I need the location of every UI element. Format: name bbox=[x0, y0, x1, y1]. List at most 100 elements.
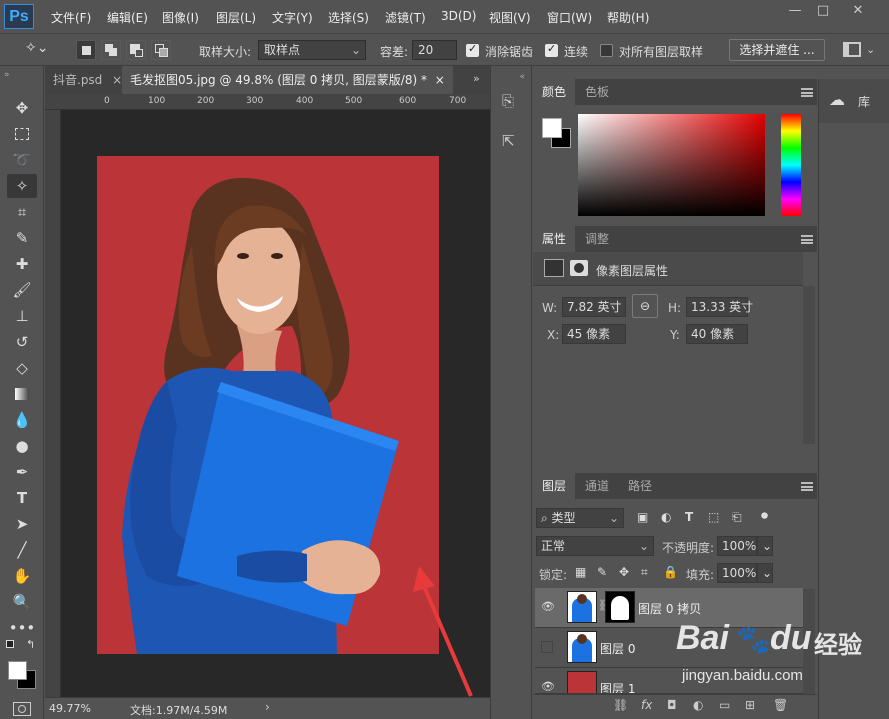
panel-menu-icon[interactable] bbox=[801, 235, 813, 244]
menu-image[interactable]: 图像(I) bbox=[162, 9, 199, 26]
quick-mask-icon[interactable] bbox=[13, 702, 31, 716]
history-brush-tool-icon[interactable]: ↺ bbox=[7, 330, 37, 354]
minimize-button[interactable]: — bbox=[780, 1, 810, 23]
tolerance-input[interactable]: 20 bbox=[412, 40, 457, 60]
visibility-eye-icon[interactable]: 👁 bbox=[541, 680, 555, 693]
hand-tool-icon[interactable]: ✋ bbox=[7, 564, 37, 588]
zoom-tool-icon[interactable]: 🔍 bbox=[7, 590, 37, 614]
workspace-chevron-icon[interactable]: ⌄ bbox=[866, 43, 875, 56]
menu-layer[interactable]: 图层(L) bbox=[216, 9, 256, 26]
filter-adjustment-icon[interactable]: ◐ bbox=[661, 510, 671, 524]
y-input[interactable]: 40 像素 bbox=[686, 324, 748, 344]
eraser-tool-icon[interactable]: ◇ bbox=[7, 356, 37, 380]
tab-channels[interactable]: 通道 bbox=[576, 473, 618, 499]
type-tool-icon[interactable]: T bbox=[7, 486, 37, 510]
x-input[interactable]: 45 像素 bbox=[562, 324, 626, 344]
properties-scrollbar[interactable] bbox=[803, 286, 815, 444]
collapse-icon[interactable]: » bbox=[4, 70, 10, 80]
status-menu-arrow[interactable]: › bbox=[265, 700, 270, 714]
tab-layers[interactable]: 图层 bbox=[533, 473, 576, 499]
properties-dock-icon[interactable]: ⇱ bbox=[502, 132, 515, 150]
visibility-toggle-empty[interactable] bbox=[541, 641, 553, 653]
menu-filter[interactable]: 滤镜(T) bbox=[385, 9, 426, 26]
gradient-tool-icon[interactable] bbox=[7, 382, 37, 406]
filter-shape-icon[interactable]: ⬚ bbox=[708, 510, 719, 524]
stamp-tool-icon[interactable]: ⊥ bbox=[7, 304, 37, 328]
blur-tool-icon[interactable]: 💧 bbox=[7, 408, 37, 432]
opacity-dropdown-icon[interactable]: ⌄ bbox=[757, 536, 773, 556]
more-tabs-icon[interactable]: » bbox=[473, 72, 480, 85]
maximize-button[interactable]: □ bbox=[808, 1, 838, 23]
panel-menu-icon[interactable] bbox=[801, 482, 813, 491]
marquee-tool-icon[interactable] bbox=[7, 122, 37, 146]
width-input[interactable]: 7.82 英寸 bbox=[562, 297, 626, 317]
lasso-tool-icon[interactable]: ➰ bbox=[7, 148, 37, 172]
layer-filter-select[interactable]: ⌕ 类型 ⌄ bbox=[536, 508, 624, 528]
fill-dropdown-icon[interactable]: ⌄ bbox=[757, 563, 773, 583]
history-panel-icon[interactable]: ⎘ bbox=[502, 92, 514, 110]
crop-tool-icon[interactable]: ⌗ bbox=[7, 200, 37, 224]
link-icon[interactable]: ⛓ bbox=[613, 698, 628, 712]
lock-all-icon[interactable]: 🔒 bbox=[663, 565, 678, 579]
filter-toggle-icon[interactable]: ⏺ bbox=[761, 508, 768, 524]
link-dimensions-icon[interactable]: ⊖ bbox=[632, 294, 658, 318]
select-and-mask-button[interactable]: 选择并遮住 ... bbox=[729, 39, 825, 61]
collapse-icon[interactable]: « bbox=[497, 72, 525, 82]
magic-wand-tool-icon[interactable]: ✧ bbox=[7, 174, 37, 198]
menu-window[interactable]: 窗口(W) bbox=[547, 9, 592, 26]
tab-paths[interactable]: 路径 bbox=[619, 473, 661, 499]
color-field[interactable] bbox=[578, 114, 765, 216]
line-tool-icon[interactable]: ╱ bbox=[7, 538, 37, 562]
lock-artboard-icon[interactable]: ⌗ bbox=[641, 565, 648, 580]
antialias-checkbox[interactable] bbox=[466, 42, 479, 57]
healing-brush-tool-icon[interactable]: ✚ bbox=[7, 252, 37, 276]
menu-3d[interactable]: 3D(D) bbox=[441, 9, 476, 23]
tab-swatches[interactable]: 色板 bbox=[576, 79, 618, 105]
sample-size-select[interactable]: 取样点 ⌄ bbox=[258, 40, 366, 60]
magic-wand-preset-icon[interactable]: ✧⌄ bbox=[25, 40, 63, 60]
default-colors-icon[interactable] bbox=[6, 640, 14, 648]
menu-edit[interactable]: 编辑(E) bbox=[107, 9, 148, 26]
new-selection-icon[interactable] bbox=[76, 40, 96, 60]
move-tool-icon[interactable]: ✥ bbox=[7, 96, 37, 120]
eyedropper-tool-icon[interactable]: ✎ bbox=[7, 226, 37, 250]
workspace-icon[interactable] bbox=[843, 42, 861, 57]
hue-slider[interactable] bbox=[781, 114, 801, 216]
tab-hair-cutout[interactable]: 毛发抠图05.jpg @ 49.8% (图层 0 拷贝, 图层蒙版/8) * × bbox=[122, 66, 453, 94]
lock-position-icon[interactable]: ✥ bbox=[619, 565, 629, 579]
tab-douyin-psd[interactable]: 抖音.psd × bbox=[45, 66, 130, 94]
foreground-color-swatch[interactable] bbox=[8, 661, 27, 680]
menu-type[interactable]: 文字(Y) bbox=[272, 9, 313, 26]
path-selection-tool-icon[interactable]: ➤ bbox=[7, 512, 37, 536]
height-input[interactable]: 13.33 英寸 bbox=[686, 297, 753, 317]
fx-icon[interactable]: fx bbox=[641, 698, 652, 712]
layer-mask-thumbnail[interactable] bbox=[605, 591, 635, 623]
menu-help[interactable]: 帮助(H) bbox=[607, 9, 649, 26]
tab-adjustments[interactable]: 调整 bbox=[576, 226, 618, 252]
subtract-selection-icon[interactable] bbox=[126, 40, 146, 60]
intersect-selection-icon[interactable] bbox=[151, 40, 171, 60]
brush-tool-icon[interactable]: 🖌 bbox=[7, 278, 37, 302]
panel-menu-icon[interactable] bbox=[801, 88, 813, 97]
contiguous-checkbox[interactable] bbox=[545, 42, 558, 57]
menu-file[interactable]: 文件(F) bbox=[51, 9, 91, 26]
filter-pixel-icon[interactable]: ▣ bbox=[637, 510, 648, 524]
close-tab-icon[interactable]: × bbox=[112, 73, 122, 87]
zoom-level[interactable]: 49.77% bbox=[49, 702, 91, 715]
menu-view[interactable]: 视图(V) bbox=[489, 9, 531, 26]
add-selection-icon[interactable] bbox=[101, 40, 121, 60]
menu-select[interactable]: 选择(S) bbox=[328, 9, 369, 26]
lock-pixels-icon[interactable]: ✎ bbox=[597, 565, 607, 579]
fill-input[interactable]: 100% bbox=[717, 563, 757, 583]
swap-colors-icon[interactable]: ↰ bbox=[26, 638, 35, 651]
foreground-color-chip[interactable] bbox=[542, 118, 562, 138]
library-button[interactable]: ☁ 库 bbox=[819, 79, 889, 123]
dodge-tool-icon[interactable]: ● bbox=[7, 434, 37, 458]
filter-type-icon[interactable]: T bbox=[685, 510, 693, 524]
more-tools-icon[interactable]: ••• bbox=[7, 616, 37, 640]
all-layers-checkbox[interactable] bbox=[600, 44, 613, 57]
mask-icon[interactable] bbox=[570, 260, 588, 276]
lock-transparency-icon[interactable]: ▦ bbox=[575, 565, 586, 579]
blend-mode-select[interactable]: 正常 ⌄ bbox=[536, 536, 654, 556]
close-window-button[interactable]: ✕ bbox=[843, 1, 873, 23]
